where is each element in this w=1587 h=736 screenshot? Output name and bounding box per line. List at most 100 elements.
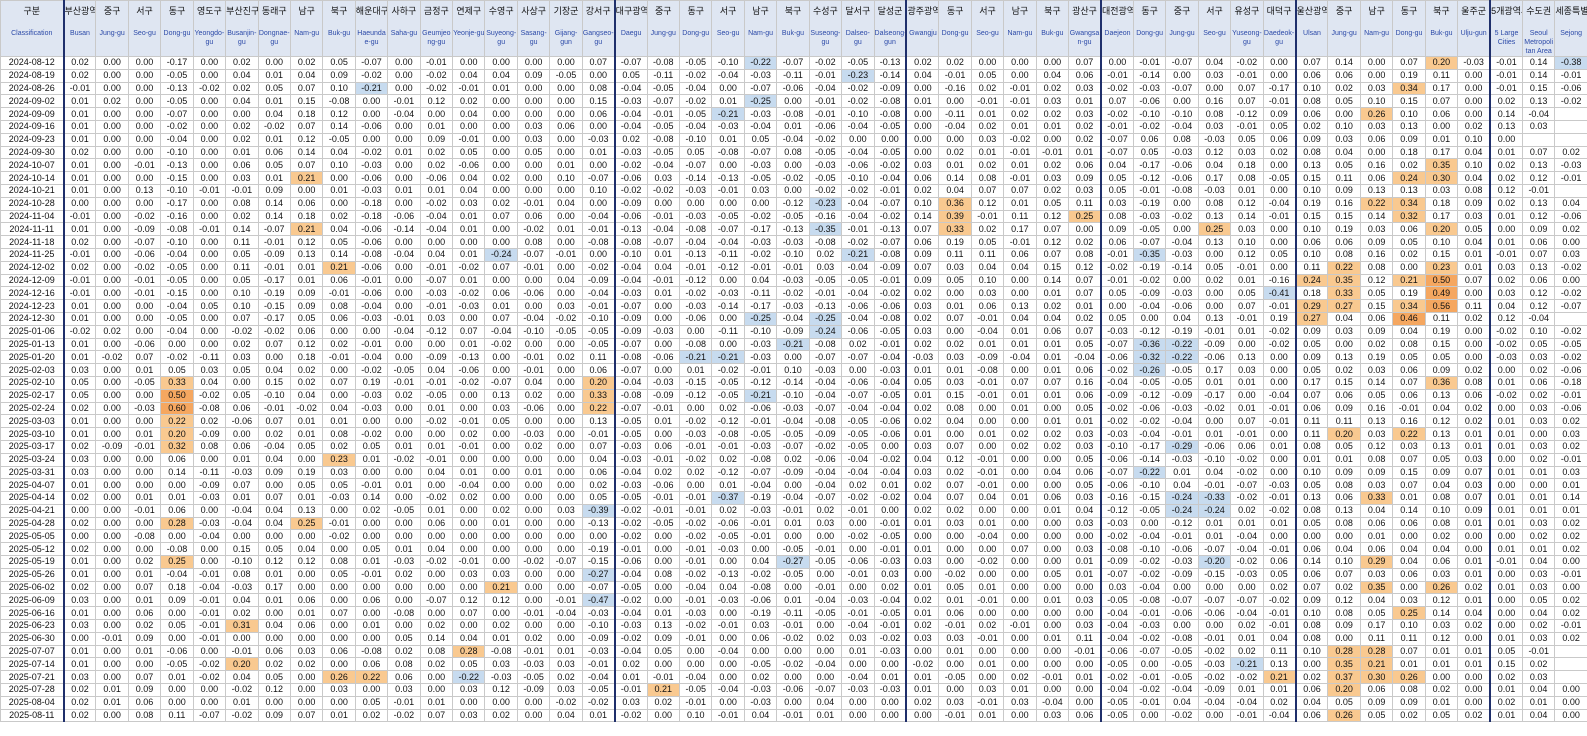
table-cell: 0.00 xyxy=(354,465,389,480)
table-cell: 0.36 xyxy=(938,196,972,211)
table-cell: -0.04 xyxy=(613,465,648,480)
table-cell: 0.02 xyxy=(1068,132,1102,147)
table-cell: -0.02 xyxy=(1554,260,1587,275)
table-cell: 0.03 xyxy=(1554,247,1587,262)
table-cell: 0.12 xyxy=(1035,235,1070,249)
table-cell: 0.13 xyxy=(1424,439,1459,454)
table-cell: -0.04 xyxy=(613,567,648,582)
table-cell: 0.00 xyxy=(581,158,616,173)
table-cell: 0.14 xyxy=(1230,209,1264,224)
table-cell: 0.01 xyxy=(1457,439,1491,454)
table-cell: 0.06 xyxy=(1327,235,1361,249)
column-header: 남구 Nam-gu xyxy=(743,0,778,57)
table-cell: 0.12 xyxy=(1489,311,1523,326)
table-cell: 0.00 xyxy=(484,439,518,454)
table-cell: 0.10 xyxy=(1294,222,1329,237)
table-cell: -0.03 xyxy=(192,491,227,505)
table-cell: -0.09 xyxy=(581,273,616,288)
table-cell: 0.13 xyxy=(1392,183,1426,198)
table-cell: 0.00 xyxy=(387,273,421,288)
table-cell: -0.05 xyxy=(938,670,972,685)
table-cell: 0.31 xyxy=(225,619,259,633)
table-cell: -0.03 xyxy=(354,401,389,416)
table-cell: 0.05 xyxy=(1359,606,1394,621)
table-row: 2025-07-14 0.01 0.00 0.00 -0.05 -0.02 0.20 0.02… xyxy=(0,657,1587,672)
table-cell: 0.01 xyxy=(1457,644,1491,659)
table-cell: 0.00 xyxy=(970,606,1005,621)
table-cell: -0.02 xyxy=(1132,555,1167,569)
table-cell: 0.00 xyxy=(387,235,421,249)
table-cell: 0.07 xyxy=(1230,81,1264,96)
table-cell: 0.16 xyxy=(1197,94,1232,109)
table-cell xyxy=(1554,311,1587,326)
table-cell: 0.02 xyxy=(62,542,97,557)
table-cell: 0.00 xyxy=(1230,337,1264,352)
table-cell: 0.05 xyxy=(1457,222,1491,237)
table-cell: 0.10 xyxy=(1294,247,1329,262)
table-cell: -0.03 xyxy=(1132,619,1167,633)
table-cell: 0.06 xyxy=(419,516,454,531)
table-cell: 0.00 xyxy=(127,119,162,134)
row-date: 2025-02-24 xyxy=(0,401,64,416)
table-cell: -0.09 xyxy=(1165,567,1199,582)
table-cell: -0.05 xyxy=(160,311,194,326)
table-cell: 0.01 xyxy=(1489,235,1523,249)
row-date: 2024-10-14 xyxy=(0,171,64,185)
table-cell: -0.02 xyxy=(1197,670,1232,685)
table-cell: 0.00 xyxy=(516,567,551,582)
table-cell: 0.06 xyxy=(289,593,324,608)
table-cell: 0.11 xyxy=(1068,631,1102,646)
table-cell: 0.00 xyxy=(95,81,129,96)
table-cell: 0.04 xyxy=(289,388,324,403)
table-cell: -0.05 xyxy=(808,273,843,288)
table-cell: 0.00 xyxy=(322,542,356,557)
table-cell: -0.06 xyxy=(646,350,681,365)
table-cell: -0.01 xyxy=(452,81,486,96)
table-cell: 0.03 xyxy=(1457,209,1491,224)
table-cell: 0.01 xyxy=(62,171,97,185)
table-cell: 0.07 xyxy=(938,311,972,326)
table-cell: 0.00 xyxy=(646,196,681,211)
table-cell: 0.00 xyxy=(1035,452,1070,467)
table-cell: -0.08 xyxy=(808,337,843,352)
table-cell: 0.00 xyxy=(1327,107,1361,121)
table-cell: 0.07 xyxy=(1424,94,1459,109)
table-cell: -0.02 xyxy=(743,567,778,582)
table-cell: 0.00 xyxy=(549,542,583,557)
table-cell: 0.01 xyxy=(1003,324,1037,339)
table-cell: 0.00 xyxy=(905,708,940,723)
row-date: 2024-10-28 xyxy=(0,196,64,211)
table-cell: 0.01 xyxy=(387,145,421,160)
table-cell: 0.00 xyxy=(289,670,324,685)
table-cell: 0.03 xyxy=(62,619,97,633)
table-cell: 0.01 xyxy=(484,299,518,313)
table-cell: 0.04 xyxy=(905,68,940,83)
table-cell: 0.05 xyxy=(289,478,324,493)
table-cell: 0.07 xyxy=(1068,286,1102,301)
table-cell: 0.02 xyxy=(905,286,940,301)
table-cell: -0.02 xyxy=(1099,529,1134,544)
table-cell: 0.12 xyxy=(1197,145,1232,160)
table-cell: 0.02 xyxy=(1457,401,1491,416)
table-cell: 0.02 xyxy=(905,619,940,633)
table-cell: -0.10 xyxy=(776,388,810,403)
table-cell: -0.11 xyxy=(743,286,778,301)
table-cell: 0.02 xyxy=(1554,439,1587,454)
table-cell: -0.03 xyxy=(516,427,551,441)
column-header-en: Daegu xyxy=(620,30,642,37)
table-cell: 0.00 xyxy=(905,119,940,134)
table-cell: -0.08 xyxy=(873,311,907,326)
table-cell: -0.01 xyxy=(452,414,486,429)
table-cell: 0.00 xyxy=(841,363,875,377)
table-cell: 0.00 xyxy=(776,350,810,365)
table-cell: 0.08 xyxy=(192,439,227,454)
table-cell: 0.00 xyxy=(1132,708,1167,723)
table-cell: 0.00 xyxy=(1003,606,1037,621)
table-cell: 0.01 xyxy=(257,132,291,147)
table-cell: 0.03 xyxy=(938,375,972,390)
table-cell: -0.01 xyxy=(776,260,810,275)
table-cell: 0.00 xyxy=(516,414,551,429)
table-cell: 0.06 xyxy=(127,695,162,710)
table-cell: 0.02 xyxy=(1327,363,1361,377)
row-date: 2024-09-02 xyxy=(0,94,64,109)
